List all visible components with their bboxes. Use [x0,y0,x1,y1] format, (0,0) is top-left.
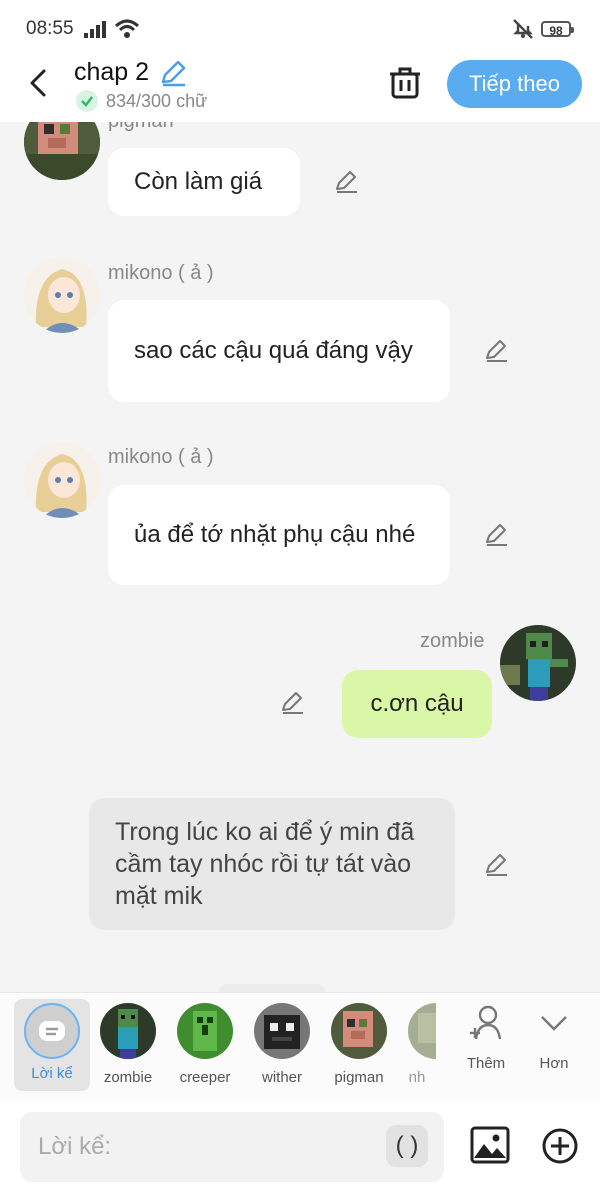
character-narrator[interactable]: Lời kể [14,999,90,1091]
more-button[interactable]: Hơn [524,1003,584,1072]
add-character-label: Thêm [466,1055,506,1072]
speaker-name: pigman [108,122,174,133]
message-bubble[interactable]: Còn làm giá [108,148,300,216]
back-arrow-icon[interactable] [24,68,54,98]
character-creeper[interactable]: creeper [167,993,243,1086]
wifi-icon [114,19,140,38]
signal-icon [84,21,106,38]
check-icon [76,90,98,112]
battery-indicator: 98 [541,21,574,38]
narration-icon [24,1003,80,1059]
next-button[interactable]: Tiếp theo [447,60,582,108]
message-input[interactable]: Lời kể: ( ) [20,1112,444,1182]
word-count-text: 834/300 chữ [106,90,208,111]
status-bar: 08:55 98 [0,0,600,58]
character-pigman[interactable]: pigman [321,993,397,1086]
character-label: wither [261,1069,302,1086]
message-bubble[interactable]: sao các cậu quá đáng vậy [108,300,450,402]
avatar-zombie [100,1003,156,1059]
edit-title-pencil-icon[interactable] [158,58,188,88]
input-bar: Lời kể: ( ) [0,1100,600,1192]
speaker-name: mikono ( ả ) [108,446,214,468]
more-label: Hơn [539,1055,569,1072]
character-bar: Lời kể zombie creeper wither pigman nh T… [0,992,600,1101]
avatar-pigman [331,1003,387,1059]
character-label: creeper [179,1069,231,1086]
character-label: zombie [103,1069,153,1086]
chapter-title[interactable]: chap 2 [74,58,149,87]
editor-header: chap 2 834/300 chữ Tiếp theo [0,58,600,122]
character-label: pigman [334,1069,384,1086]
avatar-zombie[interactable] [500,625,576,701]
add-icon[interactable] [541,1127,579,1165]
trash-icon[interactable] [388,64,422,100]
avatar-mikono[interactable] [24,442,100,518]
edit-message-pencil-icon[interactable] [280,690,306,716]
edit-message-pencil-icon[interactable] [484,852,510,878]
edit-message-pencil-icon[interactable] [484,338,510,364]
image-icon[interactable] [470,1126,510,1164]
narration-bubble[interactable]: Trong lúc ko ai để ý min đã cầm tay nhóc… [89,798,455,930]
speaker-name: zombie [420,630,485,652]
avatar-wither [254,1003,310,1059]
avatar-pigman[interactable] [24,122,100,180]
avatar-partial [408,1003,436,1059]
add-person-icon [470,1005,502,1040]
speaker-name: mikono ( ả ) [108,262,214,284]
parenthesis-button[interactable]: ( ) [386,1125,428,1167]
character-zombie[interactable]: zombie [90,993,166,1086]
character-label: Lời kể [31,1065,73,1082]
chevron-down-icon [541,1016,567,1031]
edit-message-pencil-icon[interactable] [334,169,360,195]
word-count: 834/300 chữ [76,90,207,112]
scroll-handle[interactable] [218,984,326,992]
input-placeholder: Lời kể: [38,1133,112,1160]
character-wither[interactable]: wither [244,993,320,1086]
avatar-creeper [177,1003,233,1059]
chat-area[interactable]: pigman Còn làm giá mikono ( ả ) sao các … [0,122,600,992]
character-partial[interactable]: nh [398,993,436,1086]
mute-vibrate-icon [513,19,533,39]
status-time: 08:55 [26,18,74,39]
my-message-bubble[interactable]: c.ơn cậu [342,670,492,738]
message-bubble[interactable]: ủa để tớ nhặt phụ cậu nhé [108,485,450,585]
avatar-mikono[interactable] [24,257,100,333]
edit-message-pencil-icon[interactable] [484,522,510,548]
character-label: nh [408,1069,426,1086]
add-character-button[interactable]: Thêm [456,1003,516,1072]
